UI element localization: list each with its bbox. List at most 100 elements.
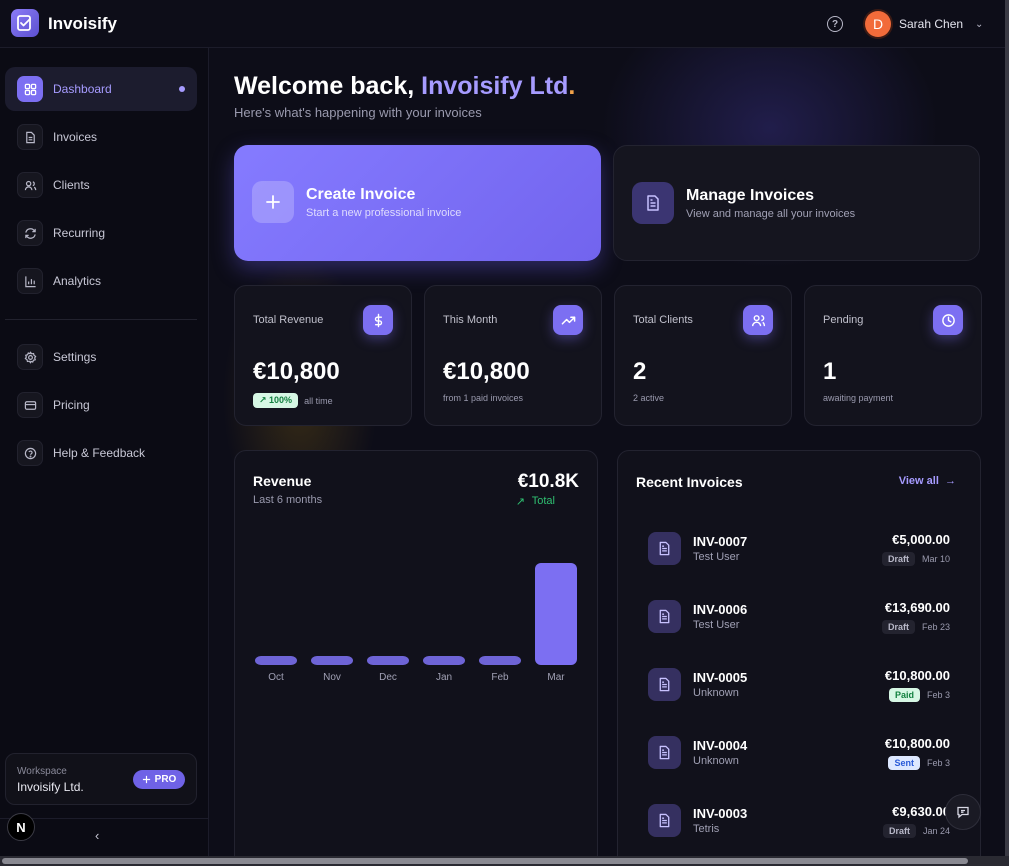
file-icon — [632, 182, 674, 224]
file-icon — [648, 668, 681, 701]
chart-bar-mar[interactable] — [535, 563, 577, 665]
sidebar-divider — [5, 319, 197, 320]
sidebar-item-label: Clients — [53, 178, 90, 192]
chart-bar-feb[interactable] — [479, 656, 521, 665]
scrollbar-thumb[interactable] — [2, 858, 968, 864]
avatar[interactable]: D — [865, 11, 891, 37]
stat-card-this-month: This Month €10,800 from 1 paid invoices — [424, 285, 602, 426]
stat-value: €10,800 — [253, 358, 340, 385]
invoice-meta: Paid Feb 3 — [888, 688, 950, 702]
invoice-date: Mar 10 — [921, 554, 950, 564]
chevron-down-icon[interactable]: ⌄ — [975, 19, 983, 30]
file-icon — [648, 600, 681, 633]
manage-invoices-card[interactable]: Manage Invoices View and manage all your… — [613, 145, 980, 261]
revenue-bar-chart: Oct Nov Dec Jan Feb Mar — [255, 563, 577, 683]
users-icon — [743, 305, 773, 335]
revenue-chart-card: Revenue Last 6 months €10.8K ↗ Total Oct… — [234, 450, 598, 856]
workspace-switcher[interactable]: Workspace Invoisify Ltd. PRO — [5, 753, 197, 805]
sidebar-item-clients[interactable]: Clients — [5, 163, 197, 207]
stat-card-total-clients: Total Clients 2 2 active — [614, 285, 792, 426]
invoice-number: INV-0003 — [693, 806, 748, 821]
plan-badge-label: PRO — [154, 774, 177, 785]
users-icon — [17, 172, 43, 198]
chart-bar-oct[interactable] — [255, 656, 297, 665]
window-edge — [1005, 0, 1009, 866]
dashboard-icon — [17, 76, 43, 102]
invoice-client: Unknown — [693, 687, 739, 699]
invoice-meta: Draft Jan 24 — [882, 824, 950, 838]
invoice-row[interactable]: INV-0007 Test User €5,000.00 Draft Mar 10 — [618, 525, 980, 593]
invoice-row[interactable]: INV-0004 Unknown €10,800.00 Sent Feb 3 — [618, 729, 980, 797]
growth-badge: ↗ 100% — [253, 393, 299, 408]
x-tick-label: Jan — [436, 672, 452, 683]
view-all-label: View all — [898, 475, 939, 487]
stat-label: Total Revenue — [253, 314, 324, 326]
invoice-meta: Draft Feb 23 — [881, 620, 950, 634]
stat-card-total-revenue: Total Revenue €10,800 ↗ 100% all time — [234, 285, 412, 426]
sidebar-item-label: Analytics — [53, 274, 102, 288]
user-name[interactable]: Sarah Chen — [899, 17, 963, 31]
welcome-prefix: Welcome back, — [234, 72, 422, 100]
invoice-row[interactable]: INV-0006 Test User €13,690.00 Draft Feb 23 — [618, 593, 980, 661]
horizontal-scrollbar[interactable] — [0, 856, 1009, 866]
plan-badge[interactable]: PRO — [133, 770, 185, 789]
create-invoice-card[interactable]: Create Invoice Start a new professional … — [234, 145, 601, 261]
sidebar-item-invoices[interactable]: Invoices — [5, 115, 197, 159]
sparkle-icon — [142, 775, 150, 784]
invoice-meta: Draft Mar 10 — [881, 552, 950, 566]
sidebar-item-help[interactable]: Help & Feedback — [5, 431, 197, 475]
stat-value: €10,800 — [443, 358, 530, 385]
invoice-date: Jan 24 — [922, 826, 950, 836]
logo-icon[interactable] — [11, 9, 39, 37]
dev-tools-badge[interactable]: N — [7, 813, 35, 841]
chart-bar-nov[interactable] — [311, 656, 353, 665]
stat-label: This Month — [443, 314, 498, 326]
x-tick-label: Feb — [491, 672, 509, 683]
company-name: Invoisify Ltd — [421, 72, 569, 100]
invoice-date: Feb 3 — [926, 690, 950, 700]
invoice-row[interactable]: INV-0005 Unknown €10,800.00 Paid Feb 3 — [618, 661, 980, 729]
gear-icon — [17, 344, 43, 370]
sidebar-item-label: Pricing — [53, 398, 90, 412]
chart-bar-jan[interactable] — [423, 656, 465, 665]
brand-name[interactable]: Invoisify — [48, 14, 117, 34]
sidebar-item-analytics[interactable]: Analytics — [5, 259, 197, 303]
page-title: Welcome back, Invoisify Ltd. — [234, 72, 575, 101]
refresh-icon — [17, 220, 43, 246]
app-window: Invoisify ? D Sarah Chen ⌄ Dashboard Inv… — [0, 0, 1005, 856]
invoice-amount: €9,630.00 — [892, 804, 950, 819]
create-invoice-title: Create Invoice — [306, 186, 416, 203]
invoice-amount: €10,800.00 — [884, 668, 950, 683]
status-badge: Draft — [882, 824, 916, 838]
view-all-link[interactable]: View all → — [899, 475, 956, 487]
collapse-sidebar-button[interactable]: ‹ — [95, 828, 99, 843]
invoice-meta: Sent Feb 3 — [888, 756, 950, 770]
chart-bar-dec[interactable] — [367, 656, 409, 665]
trending-up-icon — [553, 305, 583, 335]
help-icon[interactable]: ? — [827, 16, 843, 32]
sidebar-item-pricing[interactable]: Pricing — [5, 383, 197, 427]
sidebar-item-dashboard[interactable]: Dashboard — [5, 67, 197, 111]
recent-invoices-card: Recent Invoices View all → INV-0007 Test … — [617, 450, 981, 856]
file-icon — [648, 804, 681, 837]
sidebar: Dashboard Invoices Clients Recurring Ana… — [0, 48, 209, 856]
stat-value: 2 — [633, 358, 647, 385]
stat-sub-text: 2 active — [633, 393, 665, 403]
invoice-number: INV-0005 — [693, 670, 748, 685]
file-icon — [648, 736, 681, 769]
user-menu[interactable]: D Sarah Chen ⌄ — [865, 10, 983, 38]
x-tick-label: Oct — [268, 672, 284, 683]
active-indicator — [179, 86, 185, 92]
invoice-date: Feb 3 — [926, 758, 950, 768]
x-tick-label: Nov — [323, 672, 341, 683]
status-badge: Sent — [888, 756, 920, 770]
stat-label: Pending — [823, 314, 864, 326]
invoice-client: Tetris — [693, 823, 720, 835]
feedback-chat-button[interactable] — [945, 794, 981, 830]
invoice-row[interactable]: INV-0003 Tetris €9,630.00 Draft Jan 24 — [618, 797, 980, 856]
stat-sub-text: from 1 paid invoices — [443, 393, 524, 403]
stat-label: Total Clients — [633, 314, 693, 326]
sidebar-item-settings[interactable]: Settings — [5, 335, 197, 379]
sidebar-item-recurring[interactable]: Recurring — [5, 211, 197, 255]
bar-chart-icon — [17, 268, 43, 294]
